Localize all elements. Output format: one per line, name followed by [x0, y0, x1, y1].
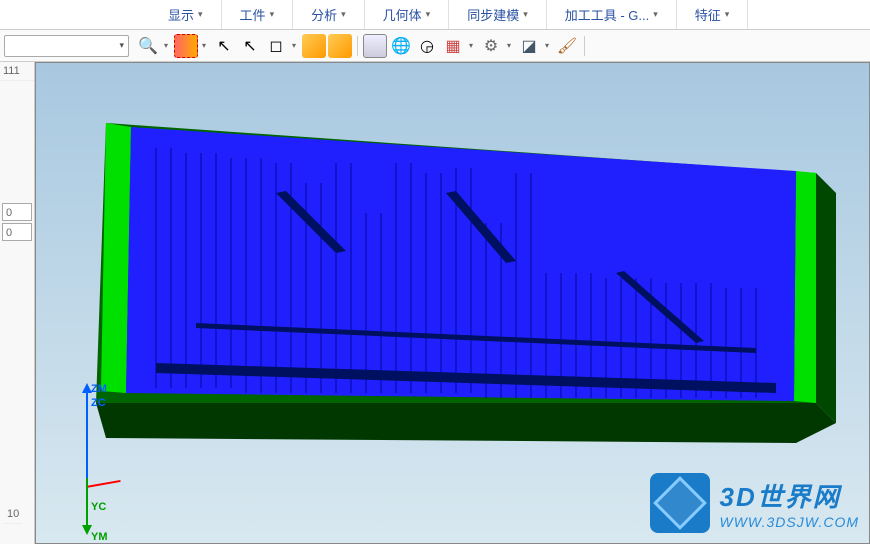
- chevron-down-icon: ▾: [119, 40, 124, 51]
- cursor-icon[interactable]: ↖: [212, 34, 236, 58]
- wcs-triad: ZM ZC YC YM: [56, 383, 126, 543]
- grid-palette-icon[interactable]: ▦: [441, 34, 465, 58]
- paint-brush-icon[interactable]: 🖌: [555, 34, 579, 58]
- chevron-down-icon: ▾: [725, 9, 730, 20]
- menu-machining-tools[interactable]: 加工工具 - G...▾: [547, 0, 677, 29]
- chevron-down-icon: ▾: [653, 9, 658, 20]
- menu-analysis[interactable]: 分析▾: [293, 0, 365, 29]
- axis-label-zc: ZC: [91, 397, 106, 409]
- model-geometry: [76, 93, 836, 473]
- input-box-2[interactable]: 0: [2, 223, 32, 241]
- viewport-3d[interactable]: ZM ZC YC YM 3D世界网 WWW.3DSJW.COM: [35, 62, 870, 544]
- dropdown-icon[interactable]: ▾: [542, 41, 552, 50]
- watermark-title: 3D世界网: [720, 477, 860, 514]
- render-cube-icon[interactable]: [328, 34, 352, 58]
- toolbar: ▾ 🔍 ▾ ▾ ↖ ↖ ◻ ▾ 🌐 ◶ ▦ ▾ ⚙ ▾ ◪ ▾ 🖌: [0, 30, 870, 62]
- dropdown-icon[interactable]: ▾: [161, 41, 171, 50]
- y-axis: [86, 478, 88, 528]
- dropdown-icon[interactable]: ▾: [289, 41, 299, 50]
- watermark-logo-icon: [650, 473, 710, 533]
- left-label-top: 111: [0, 62, 34, 81]
- zoom-icon[interactable]: 🔍: [136, 34, 160, 58]
- menu-sync-modeling[interactable]: 同步建模▾: [449, 0, 547, 29]
- dropdown-icon[interactable]: ▾: [466, 41, 476, 50]
- menubar: 显示▾ 工件▾ 分析▾ 几何体▾ 同步建模▾ 加工工具 - G...▾ 特征▾: [0, 0, 870, 30]
- menu-workpiece[interactable]: 工件▾: [222, 0, 294, 29]
- watermark: 3D世界网 WWW.3DSJW.COM: [650, 473, 860, 533]
- menu-geometry[interactable]: 几何体▾: [365, 0, 450, 29]
- chevron-down-icon: ▾: [270, 9, 275, 20]
- shape-icon[interactable]: ◪: [517, 34, 541, 58]
- axis-label-ym: YM: [91, 531, 108, 543]
- dropdown-icon[interactable]: ▾: [504, 41, 514, 50]
- left-panel: 111 0 0 10: [0, 62, 35, 544]
- box-select-icon[interactable]: ◻: [264, 34, 288, 58]
- settings-gear-icon[interactable]: ⚙: [479, 34, 503, 58]
- refresh-icon[interactable]: ◶: [415, 34, 439, 58]
- solid-cube-icon[interactable]: [302, 34, 326, 58]
- menu-feature[interactable]: 特征▾: [677, 0, 749, 29]
- z-axis: [86, 388, 88, 488]
- chevron-down-icon: ▾: [198, 9, 203, 20]
- cursor-add-icon[interactable]: ↖: [238, 34, 262, 58]
- wireframe-view-icon[interactable]: [363, 34, 387, 58]
- selection-rect-icon[interactable]: [174, 34, 198, 58]
- chevron-down-icon: ▾: [523, 9, 528, 20]
- input-box-1[interactable]: 0: [2, 203, 32, 221]
- separator: [584, 36, 585, 56]
- left-label-bottom: 10: [4, 505, 22, 524]
- x-axis: [86, 480, 121, 488]
- watermark-url: WWW.3DSJW.COM: [720, 514, 860, 530]
- chevron-down-icon: ▾: [341, 9, 346, 20]
- axis-label-yc: YC: [91, 501, 106, 513]
- filter-combo[interactable]: ▾: [4, 35, 129, 57]
- chevron-down-icon: ▾: [426, 9, 431, 20]
- orbit-icon[interactable]: 🌐: [389, 34, 413, 58]
- axis-label-zm: ZM: [91, 383, 107, 395]
- separator: [357, 36, 358, 56]
- dropdown-icon[interactable]: ▾: [199, 41, 209, 50]
- menu-display[interactable]: 显示▾: [150, 0, 222, 29]
